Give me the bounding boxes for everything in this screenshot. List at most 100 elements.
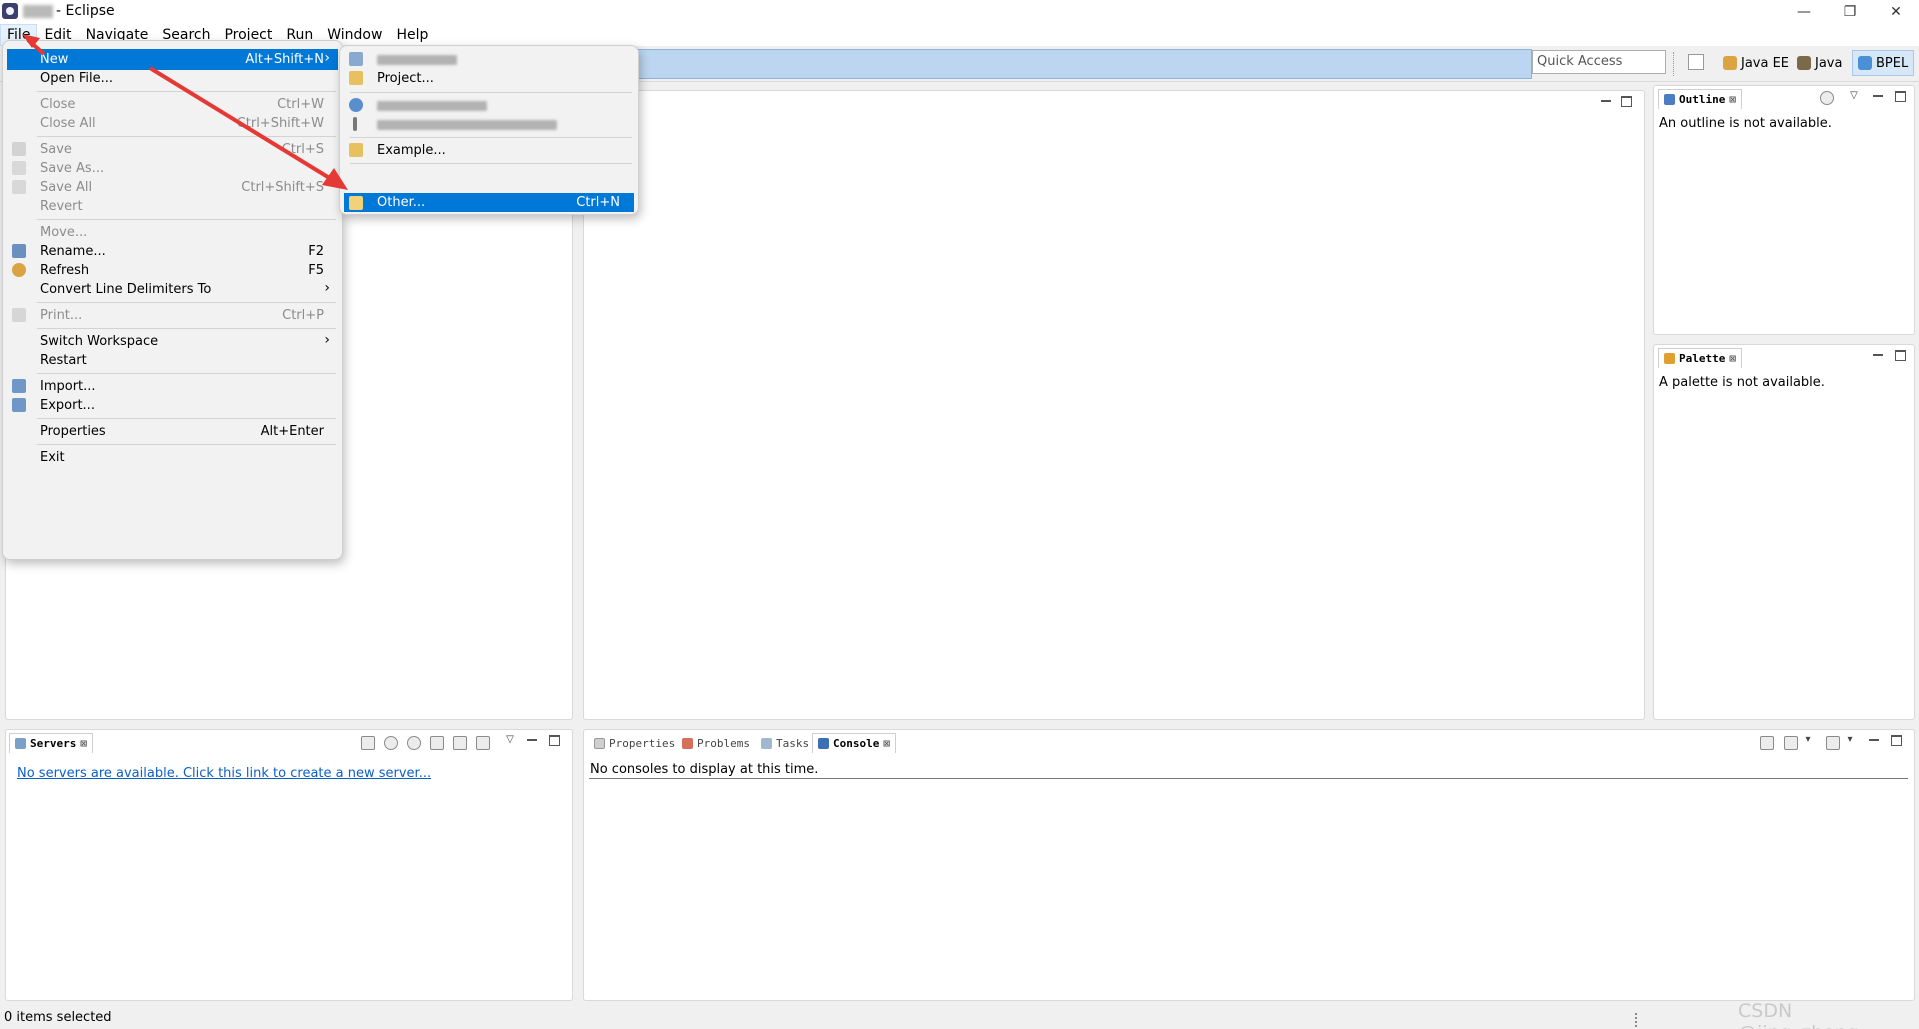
publish-server-icon[interactable] [476,736,490,750]
close-window-button[interactable]: ✕ [1873,0,1919,24]
tab-console[interactable]: Console ⊠ [812,733,896,753]
menu-item-shortcut: F5 [308,263,324,278]
debug-server-icon[interactable] [384,736,398,750]
open-console-icon[interactable] [1826,736,1840,750]
menu-separator [37,418,336,419]
menu-item-refresh[interactable]: Refresh F5 [7,260,338,281]
menu-separator [37,302,336,303]
tab-outline[interactable]: Outline ⊠ [1658,89,1742,109]
menu-separator [37,373,336,374]
open-perspective-icon[interactable] [1688,54,1704,70]
menu-item-label: Save All [40,180,93,195]
menu-item-import[interactable]: Import... [7,376,338,397]
menu-item-export[interactable]: Export... [7,395,338,416]
perspective-java[interactable]: Java [1792,50,1847,76]
toolbar-highlight [632,49,1532,79]
minimize-view-icon[interactable] [526,734,538,746]
perspective-label: Java EE [1741,55,1790,71]
maximize-view-icon[interactable] [1890,734,1902,746]
eclipse-logo-icon [2,3,18,19]
menu-item-open-file[interactable]: Open File... [7,68,338,89]
menu-item-save-all[interactable]: Save All Ctrl+Shift+S [7,177,338,198]
submenu-item-example[interactable]: Example... [344,140,634,161]
menu-item-convert-line-delimiters[interactable]: Convert Line Delimiters To › [7,279,338,300]
submenu-item-redacted[interactable] [344,114,634,135]
redacted-label [377,101,487,111]
maximize-view-icon[interactable] [548,734,560,746]
tab-problems[interactable]: Problems [677,733,755,753]
minimize-view-icon[interactable] [1600,95,1612,107]
menu-separator [37,136,336,137]
submenu-item-redacted[interactable] [344,49,634,70]
menu-item-move[interactable]: Move... [7,222,338,243]
perspective-bpel[interactable]: BPEL [1852,50,1915,76]
menu-help[interactable]: Help [389,25,435,45]
display-console-dropdown-icon[interactable]: ▾ [1802,733,1814,745]
menu-item-label: Properties [40,424,106,439]
tab-palette[interactable]: Palette ⊠ [1658,348,1742,368]
display-console-icon[interactable] [1784,736,1798,750]
minimize-view-icon[interactable] [1872,349,1884,361]
maximize-view-icon[interactable] [1620,95,1632,107]
quick-access-input[interactable]: Quick Access [1532,50,1666,74]
palette-icon [1664,353,1675,364]
submenu-item-project[interactable]: Project... [344,68,634,89]
menu-item-new[interactable]: New Alt+Shift+N › [7,49,338,70]
tab-servers[interactable]: Servers ⊠ [9,733,93,753]
menu-item-label: Move... [40,225,88,240]
minimize-view-icon[interactable] [1868,734,1880,746]
menu-item-revert[interactable]: Revert [7,196,338,217]
menu-item-label: Convert Line Delimiters To [40,282,212,297]
menu-item-print[interactable]: Print... Ctrl+P [7,305,338,326]
collapse-all-icon[interactable] [361,736,375,750]
menu-separator [350,163,632,164]
restore-icon: ❐ [1843,4,1857,20]
menu-item-exit[interactable]: Exit [7,447,338,468]
submenu-item-redacted[interactable] [344,95,634,116]
menu-item-save-as[interactable]: Save As... [7,158,338,179]
menu-separator [37,328,336,329]
menu-separator [350,92,632,93]
menu-item-restart[interactable]: Restart [7,350,338,371]
close-icon[interactable]: ⊠ [80,737,87,750]
maximize-view-icon[interactable] [1894,90,1906,102]
other-wizard-icon [349,196,363,210]
menu-item-save[interactable]: Save Ctrl+S [7,139,338,160]
close-icon[interactable]: ⊠ [1729,352,1736,365]
status-text: 0 items selected [4,1010,112,1025]
minimize-view-icon[interactable] [1872,90,1884,102]
open-console-dropdown-icon[interactable]: ▾ [1844,733,1856,745]
file-menu: New Alt+Shift+N › Open File... Close Ctr… [2,40,343,560]
perspective-java-ee[interactable]: Java EE [1718,50,1794,76]
profile-server-icon[interactable] [430,736,444,750]
start-server-icon[interactable] [407,736,421,750]
palette-message: A palette is not available. [1659,375,1825,390]
stop-server-icon[interactable] [453,736,467,750]
menu-item-switch-workspace[interactable]: Switch Workspace › [7,331,338,352]
menu-item-shortcut: Ctrl+W [277,97,324,112]
tab-label: Servers [30,737,77,750]
create-server-link[interactable]: No servers are available. Click this lin… [17,766,431,781]
restore-button[interactable]: ❐ [1827,0,1873,24]
view-menu-icon[interactable]: ▽ [1848,89,1860,101]
tab-tasks[interactable]: Tasks [756,733,814,753]
menu-item-rename[interactable]: Rename... F2 [7,241,338,262]
pin-console-icon[interactable] [1760,736,1774,750]
close-icon[interactable]: ⊠ [883,737,890,750]
tab-label: Tasks [776,736,810,750]
new-submenu: Project... Example... Other... Ctrl+N [339,45,639,215]
close-icon[interactable]: ⊠ [1729,93,1736,106]
menu-item-close-all[interactable]: Close All Ctrl+Shift+W [7,113,338,134]
tab-properties[interactable]: Properties [589,733,680,753]
submenu-arrow-icon: › [324,50,330,66]
menu-item-label: Export... [40,398,95,413]
rename-icon [12,244,26,258]
menu-item-label: Refresh [40,263,90,278]
menu-item-close[interactable]: Close Ctrl+W [7,94,338,115]
outline-toolbar-icon[interactable] [1820,91,1834,105]
maximize-view-icon[interactable] [1894,349,1906,361]
submenu-item-other[interactable]: Other... Ctrl+N [344,193,634,212]
minimize-button[interactable]: — [1781,0,1827,24]
view-menu-icon[interactable]: ▽ [504,733,516,745]
menu-item-properties[interactable]: Properties Alt+Enter [7,421,338,442]
